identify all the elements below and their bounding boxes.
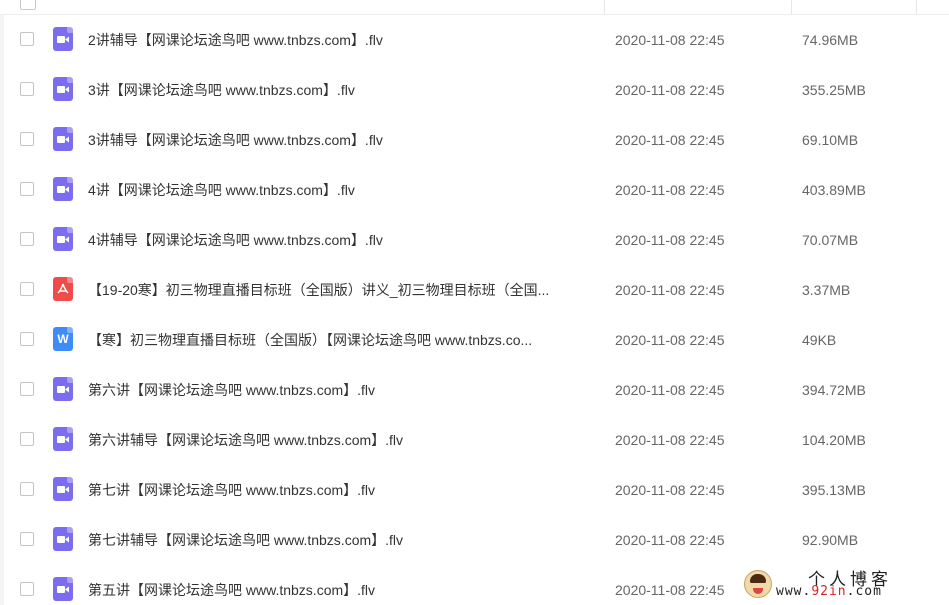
video-file-icon — [53, 177, 73, 201]
file-name[interactable]: 第六讲【网课论坛途鸟吧 www.tnbzs.com】.flv — [88, 381, 588, 399]
file-browser: 2讲辅导【网课论坛途鸟吧 www.tnbzs.com】.flv 2020-11-0… — [0, 0, 949, 605]
file-name[interactable]: 第五讲【网课论坛途鸟吧 www.tnbzs.com】.flv — [88, 581, 588, 599]
file-modified-date: 2020-11-08 22:45 — [615, 232, 725, 248]
watermark-avatar — [744, 570, 772, 598]
select-all-checkbox[interactable] — [20, 0, 36, 10]
file-list: 2讲辅导【网课论坛途鸟吧 www.tnbzs.com】.flv 2020-11-0… — [0, 15, 949, 605]
file-size: 395.13MB — [802, 482, 866, 498]
row-checkbox[interactable] — [20, 382, 34, 396]
row-checkbox[interactable] — [20, 132, 34, 146]
row-checkbox[interactable] — [20, 182, 34, 196]
watermark-url: www.92in.com — [776, 584, 882, 599]
file-name[interactable]: 第七讲【网课论坛途鸟吧 www.tnbzs.com】.flv — [88, 481, 588, 499]
file-row[interactable]: 第六讲辅导【网课论坛途鸟吧 www.tnbzs.com】.flv 2020-11-… — [0, 415, 949, 465]
file-modified-date: 2020-11-08 22:45 — [615, 282, 725, 298]
file-modified-date: 2020-11-08 22:45 — [615, 182, 725, 198]
file-modified-date: 2020-11-08 22:45 — [615, 332, 725, 348]
list-header — [0, 0, 949, 15]
file-size: 355.25MB — [802, 82, 866, 98]
file-row[interactable]: 2讲辅导【网课论坛途鸟吧 www.tnbzs.com】.flv 2020-11-0… — [0, 15, 949, 65]
file-modified-date: 2020-11-08 22:45 — [615, 82, 725, 98]
file-size: 74.96MB — [802, 32, 859, 48]
file-size: 70.07MB — [802, 232, 859, 248]
file-name[interactable]: 【19-20寒】初三物理直播目标班（全国版）讲义_初三物理目标班（全国... — [88, 281, 588, 299]
file-row[interactable]: W 【寒】初三物理直播目标班（全国版）【网课论坛途鸟吧 www.tnbzs.co.… — [0, 315, 949, 365]
word-icon-letter: W — [57, 332, 69, 346]
file-name[interactable]: 第六讲辅导【网课论坛途鸟吧 www.tnbzs.com】.flv — [88, 431, 588, 449]
file-size: 49KB — [802, 332, 837, 348]
video-file-icon — [53, 527, 73, 551]
file-size: 394.72MB — [802, 382, 866, 398]
row-checkbox[interactable] — [20, 482, 34, 496]
file-modified-date: 2020-11-08 22:45 — [615, 432, 725, 448]
file-name[interactable]: 第七讲辅导【网课论坛途鸟吧 www.tnbzs.com】.flv — [88, 531, 588, 549]
word-file-icon: W — [53, 327, 73, 351]
file-modified-date: 2020-11-08 22:45 — [615, 132, 725, 148]
file-row[interactable]: 3讲【网课论坛途鸟吧 www.tnbzs.com】.flv 2020-11-08 … — [0, 65, 949, 115]
file-name[interactable]: 4讲【网课论坛途鸟吧 www.tnbzs.com】.flv — [88, 181, 588, 199]
row-checkbox[interactable] — [20, 282, 34, 296]
row-checkbox[interactable] — [20, 232, 34, 246]
watermark: 个人博客 www.92in.com — [742, 567, 937, 601]
file-modified-date: 2020-11-08 22:45 — [615, 32, 725, 48]
column-divider[interactable] — [604, 0, 605, 14]
file-name[interactable]: 3讲辅导【网课论坛途鸟吧 www.tnbzs.com】.flv — [88, 131, 588, 149]
file-row[interactable]: 第六讲【网课论坛途鸟吧 www.tnbzs.com】.flv 2020-11-08… — [0, 365, 949, 415]
video-file-icon — [53, 427, 73, 451]
column-divider[interactable] — [791, 0, 792, 14]
file-modified-date: 2020-11-08 22:45 — [615, 482, 725, 498]
row-checkbox[interactable] — [20, 332, 34, 346]
video-file-icon — [53, 577, 73, 601]
file-name[interactable]: 3讲【网课论坛途鸟吧 www.tnbzs.com】.flv — [88, 81, 588, 99]
file-name[interactable]: 4讲辅导【网课论坛途鸟吧 www.tnbzs.com】.flv — [88, 231, 588, 249]
file-name[interactable]: 2讲辅导【网课论坛途鸟吧 www.tnbzs.com】.flv — [88, 31, 588, 49]
file-row[interactable]: 第七讲辅导【网课论坛途鸟吧 www.tnbzs.com】.flv 2020-11-… — [0, 515, 949, 565]
row-checkbox[interactable] — [20, 582, 34, 596]
file-modified-date: 2020-11-08 22:45 — [615, 382, 725, 398]
file-row[interactable]: 3讲辅导【网课论坛途鸟吧 www.tnbzs.com】.flv 2020-11-0… — [0, 115, 949, 165]
file-row[interactable]: 【19-20寒】初三物理直播目标班（全国版）讲义_初三物理目标班（全国... 20… — [0, 265, 949, 315]
file-modified-date: 2020-11-08 22:45 — [615, 582, 725, 598]
pdf-file-icon — [53, 277, 73, 301]
file-name[interactable]: 【寒】初三物理直播目标班（全国版）【网课论坛途鸟吧 www.tnbzs.co..… — [88, 331, 588, 349]
row-checkbox[interactable] — [20, 82, 34, 96]
file-size: 3.37MB — [802, 282, 851, 298]
video-file-icon — [53, 377, 73, 401]
file-size: 104.20MB — [802, 432, 866, 448]
file-size: 69.10MB — [802, 132, 859, 148]
video-file-icon — [53, 77, 73, 101]
video-file-icon — [53, 477, 73, 501]
file-row[interactable]: 第七讲【网课论坛途鸟吧 www.tnbzs.com】.flv 2020-11-08… — [0, 465, 949, 515]
file-size: 92.90MB — [802, 532, 859, 548]
row-checkbox[interactable] — [20, 432, 34, 446]
column-divider[interactable] — [916, 0, 917, 14]
file-row[interactable]: 4讲【网课论坛途鸟吧 www.tnbzs.com】.flv 2020-11-08 … — [0, 165, 949, 215]
video-file-icon — [53, 27, 73, 51]
row-checkbox[interactable] — [20, 532, 34, 546]
video-file-icon — [53, 127, 73, 151]
file-modified-date: 2020-11-08 22:45 — [615, 532, 725, 548]
file-size: 403.89MB — [802, 182, 866, 198]
file-row[interactable]: 4讲辅导【网课论坛途鸟吧 www.tnbzs.com】.flv 2020-11-0… — [0, 215, 949, 265]
video-file-icon — [53, 227, 73, 251]
row-checkbox[interactable] — [20, 32, 34, 46]
